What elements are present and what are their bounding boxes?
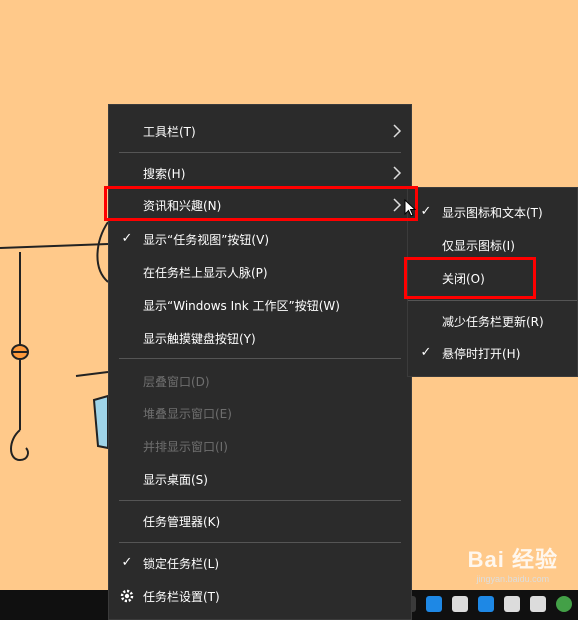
checkmark-icon: ✓: [420, 204, 432, 219]
menu-item-label: 锁定任务栏(L): [143, 556, 220, 571]
checkmark-icon: ✓: [420, 345, 432, 360]
submenu-item-show-icon-and-text[interactable]: ✓ 显示图标和文本(T): [408, 196, 577, 228]
menu-item-show-touch-keyboard-button[interactable]: 显示触摸键盘按钮(Y): [109, 322, 411, 354]
menu-divider: [119, 542, 401, 543]
menu-item-show-task-view-button[interactable]: ✓ 显示“任务视图”按钮(V): [109, 223, 411, 255]
mouse-cursor-icon: [404, 199, 416, 217]
gear-icon: [120, 589, 134, 603]
watermark-url: jingyan.baidu.com: [476, 574, 550, 584]
menu-item-label: 显示“任务视图”按钮(V): [143, 232, 270, 247]
security-shield-icon[interactable]: [452, 596, 468, 612]
menu-item-show-people[interactable]: 在任务栏上显示人脉(P): [109, 256, 411, 288]
baidu-watermark: Bai 经验 jingyan.baidu.com: [468, 542, 558, 584]
menu-item-label: 并排显示窗口(I): [143, 439, 228, 454]
menu-divider: [119, 500, 401, 501]
menu-item-taskbar-settings[interactable]: 任务栏设置(T): [109, 580, 411, 612]
menu-item-lock-taskbar[interactable]: ✓ 锁定任务栏(L): [109, 547, 411, 579]
menu-divider: [119, 152, 401, 153]
taskbar-context-menu: 工具栏(T) 搜索(H) 资讯和兴趣(N) ✓ 显示“任务视图”按钮(V) 在任…: [108, 104, 412, 620]
menu-divider: [408, 300, 577, 301]
highlight-box-news-and-interests: [104, 186, 418, 221]
chevron-right-icon: [393, 124, 402, 138]
menu-divider: [119, 358, 401, 359]
menu-item-label: 工具栏(T): [143, 124, 196, 139]
menu-item-cascade-windows: 层叠窗口(D): [109, 365, 411, 397]
battery-icon[interactable]: [504, 596, 520, 612]
menu-item-label: 显示桌面(S): [143, 472, 208, 487]
submenu-item-open-on-hover[interactable]: ✓ 悬停时打开(H): [408, 337, 577, 369]
chevron-right-icon: [393, 166, 402, 180]
bluetooth-icon[interactable]: [478, 596, 494, 612]
system-tray: [400, 596, 572, 612]
checkmark-icon: ✓: [121, 231, 133, 246]
menu-item-stack-windows: 堆叠显示窗口(E): [109, 397, 411, 429]
menu-item-search[interactable]: 搜索(H): [109, 157, 411, 189]
wechat-icon[interactable]: [556, 596, 572, 612]
watermark-brand: Bai 经验: [467, 547, 558, 572]
menu-item-label: 显示图标和文本(T): [442, 205, 543, 220]
menu-item-show-desktop[interactable]: 显示桌面(S): [109, 463, 411, 495]
wifi-icon[interactable]: [530, 596, 546, 612]
menu-item-task-manager[interactable]: 任务管理器(K): [109, 505, 411, 537]
menu-item-label: 减少任务栏更新(R): [442, 314, 544, 329]
menu-item-label: 显示触摸键盘按钮(Y): [143, 331, 256, 346]
menu-item-label: 任务栏设置(T): [143, 589, 220, 604]
menu-item-side-by-side-windows: 并排显示窗口(I): [109, 430, 411, 462]
menu-item-label: 悬停时打开(H): [442, 346, 521, 361]
menu-item-label: 堆叠显示窗口(E): [143, 406, 232, 421]
menu-item-label: 层叠窗口(D): [143, 374, 210, 389]
menu-item-label: 在任务栏上显示人脉(P): [143, 265, 268, 280]
menu-item-label: 任务管理器(K): [143, 514, 221, 529]
menu-item-label: 搜索(H): [143, 166, 186, 181]
menu-item-toolbars[interactable]: 工具栏(T): [109, 115, 411, 147]
submenu-item-reduce-taskbar-updates[interactable]: 减少任务栏更新(R): [408, 305, 577, 337]
highlight-box-turn-off: [404, 257, 536, 299]
checkmark-icon: ✓: [121, 555, 133, 570]
menu-item-label: 显示“Windows Ink 工作区”按钮(W): [143, 298, 340, 313]
menu-item-label: 仅显示图标(I): [442, 238, 515, 253]
menu-item-show-windows-ink-button[interactable]: 显示“Windows Ink 工作区”按钮(W): [109, 289, 411, 321]
qq-icon[interactable]: [426, 596, 442, 612]
